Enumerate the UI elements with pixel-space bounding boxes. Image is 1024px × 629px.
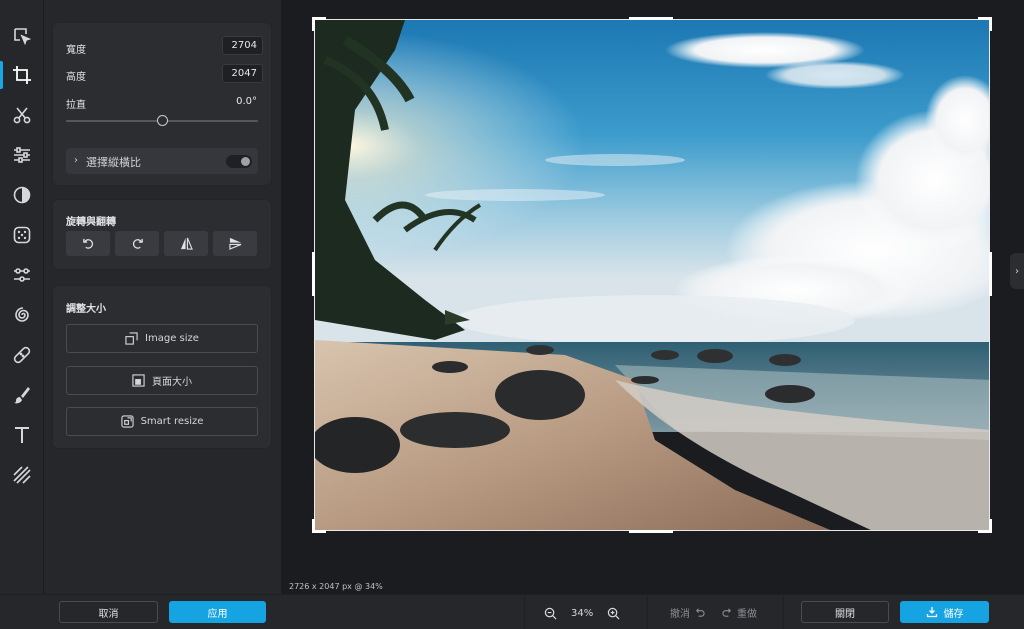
- flip-vertical-icon: [228, 237, 241, 250]
- cut-tool[interactable]: [0, 95, 44, 135]
- rotate-left-icon: [82, 238, 93, 249]
- sliders-icon: [14, 147, 30, 163]
- rotate-right-icon: [132, 238, 143, 249]
- save-label: 儲存: [943, 608, 964, 620]
- settings-panel: 寬度 2704 高度 2047 拉直 0.0° › 選擇縱橫比 旋轉與翻轉 調整…: [44, 0, 281, 594]
- photo-editor: 寬度 2704 高度 2047 拉直 0.0° › 選擇縱橫比 旋轉與翻轉 調整…: [0, 0, 1024, 629]
- filters-tool[interactable]: [0, 255, 44, 295]
- undo-button[interactable]: 撤消: [670, 605, 705, 620]
- straighten-value: 0.0°: [236, 96, 257, 107]
- crop-handle-top-right[interactable]: [978, 17, 992, 31]
- texture-tool[interactable]: [0, 455, 44, 495]
- flip-vertical-button[interactable]: [213, 231, 257, 256]
- cursor-icon: [14, 28, 32, 46]
- text-icon: [15, 427, 29, 443]
- crop-handle-right[interactable]: [989, 252, 992, 296]
- divider: [647, 595, 648, 629]
- beach-photo[interactable]: [314, 19, 990, 531]
- apply-button[interactable]: 应用: [169, 601, 266, 623]
- resize-card: 調整大小 Image size 頁面大小 Smart resize: [52, 285, 272, 449]
- rotate-left-button[interactable]: [66, 231, 110, 256]
- texture-stripes-icon: [13, 466, 31, 484]
- bottom-bar: 取消 应用 34% 撤消 重做 關閉 儲存: [0, 594, 1024, 629]
- download-icon: [926, 607, 937, 618]
- beach-photo-image: [315, 20, 989, 530]
- image-size-icon: [125, 332, 138, 345]
- flip-horizontal-button[interactable]: [164, 231, 208, 256]
- chevron-right-icon: ›: [1015, 265, 1019, 277]
- redo-label: 重做: [737, 609, 757, 620]
- flip-horizontal-icon: [180, 237, 193, 250]
- aspect-ratio-label: 選擇縱橫比: [86, 156, 141, 169]
- zoom-controls: 34%: [544, 604, 620, 622]
- tool-rail: [0, 0, 44, 629]
- zoom-in-icon[interactable]: [607, 607, 620, 620]
- straighten-slider-thumb[interactable]: [156, 115, 168, 126]
- spiral-icon: [15, 307, 29, 322]
- crop-handle-bottom-left[interactable]: [312, 519, 326, 533]
- filter-nodes-icon: [14, 268, 30, 282]
- straighten-label: 拉直: [66, 100, 86, 111]
- smart-resize-label: Smart resize: [140, 416, 204, 427]
- contrast-icon: [13, 186, 31, 204]
- crop-settings-card: 寬度 2704 高度 2047 拉直 0.0° › 選擇縱橫比: [52, 22, 272, 186]
- brush-icon: [14, 387, 30, 404]
- close-button[interactable]: 關閉: [801, 601, 889, 623]
- resize-title: 調整大小: [66, 304, 106, 315]
- redo-icon: [722, 608, 732, 617]
- smart-resize-icon: [120, 415, 134, 428]
- undo-icon: [695, 608, 705, 617]
- width-input[interactable]: 2704: [222, 36, 263, 55]
- divider: [524, 595, 525, 629]
- scissors-icon: [13, 107, 31, 124]
- canvas-area: › 2726 x 2047 px @ 34%: [281, 0, 1024, 594]
- crop-handle-left[interactable]: [312, 252, 315, 296]
- text-tool[interactable]: [0, 415, 44, 455]
- dots-grid-icon: [13, 226, 31, 244]
- crop-handle-top[interactable]: [629, 17, 673, 20]
- page-size-button[interactable]: 頁面大小: [66, 366, 258, 395]
- adjust-tool[interactable]: [0, 135, 44, 175]
- save-button[interactable]: 儲存: [900, 601, 989, 623]
- crop-handle-bottom-right[interactable]: [978, 519, 992, 533]
- crop-tool[interactable]: [0, 55, 44, 95]
- bandage-icon: [13, 346, 31, 364]
- right-panel-toggle[interactable]: ›: [1010, 253, 1024, 289]
- width-label: 寬度: [66, 45, 86, 56]
- bandage-tool[interactable]: [0, 335, 44, 375]
- zoom-out-icon[interactable]: [544, 607, 557, 620]
- select-tool[interactable]: [0, 16, 44, 56]
- crop-handle-bottom[interactable]: [629, 530, 673, 533]
- smart-resize-button[interactable]: Smart resize: [66, 407, 258, 436]
- brush-tool[interactable]: [0, 375, 44, 415]
- height-input[interactable]: 2047: [222, 64, 263, 83]
- divider: [783, 595, 784, 629]
- undo-label: 撤消: [670, 609, 690, 620]
- rotate-right-button[interactable]: [115, 231, 159, 256]
- crop-icon: [13, 66, 31, 84]
- aspect-ratio-toggle[interactable]: [226, 155, 252, 168]
- crop-handle-top-left[interactable]: [312, 17, 326, 31]
- cancel-button[interactable]: 取消: [59, 601, 158, 623]
- image-size-button[interactable]: Image size: [66, 324, 258, 353]
- page-size-icon: [132, 374, 145, 387]
- aspect-ratio-row[interactable]: › 選擇縱橫比: [66, 148, 258, 174]
- spiral-tool[interactable]: [0, 295, 44, 335]
- page-size-label: 頁面大小: [152, 377, 192, 388]
- image-size-label: Image size: [145, 333, 199, 344]
- rotate-flip-card: 旋轉與翻轉: [52, 199, 272, 270]
- contrast-tool[interactable]: [0, 175, 44, 215]
- rotate-flip-title: 旋轉與翻轉: [66, 217, 116, 228]
- image-dimensions-label: 2726 x 2047 px @ 34%: [281, 580, 391, 593]
- height-label: 高度: [66, 72, 86, 83]
- chevron-right-icon: ›: [74, 155, 78, 166]
- redo-button[interactable]: 重做: [722, 605, 757, 620]
- effects-tool[interactable]: [0, 215, 44, 255]
- zoom-level: 34%: [571, 607, 594, 619]
